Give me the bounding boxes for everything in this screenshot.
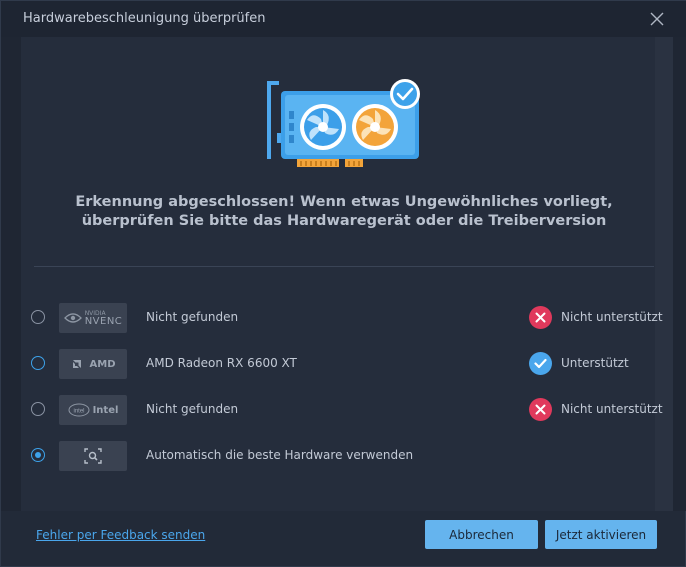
hardware-option-intel[interactable]: intel Intel Nicht gefunden Nicht unterst… bbox=[29, 395, 663, 425]
status-text: Nicht unterstützt bbox=[561, 402, 663, 416]
left-gutter bbox=[1, 37, 21, 511]
hardware-option-amd[interactable]: AMD AMD Radeon RX 6600 XT Unterstützt bbox=[29, 349, 659, 379]
auto-badge bbox=[59, 441, 127, 471]
auto-detect-icon bbox=[84, 448, 102, 464]
titlebar: Hardwarebeschleunigung überprüfen bbox=[1, 1, 686, 37]
graphics-card-illustration bbox=[267, 79, 420, 167]
intel-badge: intel Intel bbox=[59, 395, 127, 425]
detection-message: Erkennung abgeschlossen! Wenn etwas Unge… bbox=[75, 194, 613, 229]
hardware-option-nvidia[interactable]: NVIDIA NVENC Nicht gefunden Nicht unters… bbox=[29, 303, 663, 333]
right-gutter bbox=[673, 37, 686, 511]
dialog-title: Hardwarebeschleunigung überprüfen bbox=[23, 11, 266, 26]
scrollbar[interactable] bbox=[655, 37, 673, 511]
hardware-label: Nicht gefunden bbox=[146, 310, 239, 324]
radio-auto[interactable] bbox=[31, 448, 45, 462]
close-button[interactable] bbox=[645, 7, 669, 31]
intel-badge-text: Intel bbox=[92, 404, 119, 416]
nvidia-badge: NVIDIA NVENC bbox=[59, 303, 127, 333]
radio-nvidia[interactable] bbox=[31, 310, 45, 324]
feedback-link[interactable]: Fehler per Feedback senden bbox=[36, 528, 205, 542]
error-x-icon bbox=[529, 306, 552, 329]
nvidia-icon bbox=[63, 313, 82, 323]
hardware-label: AMD Radeon RX 6600 XT bbox=[146, 356, 297, 370]
activate-button[interactable]: Jetzt aktivieren bbox=[545, 520, 657, 549]
hardware-label: Automatisch die beste Hardware verwenden bbox=[146, 448, 414, 462]
status-text: Nicht unterstützt bbox=[561, 310, 663, 324]
intel-icon: intel bbox=[68, 403, 90, 417]
amd-badge: AMD bbox=[59, 349, 127, 379]
hardware-label: Nicht gefunden bbox=[146, 402, 239, 416]
hardware-option-auto[interactable]: Automatisch die beste Hardware verwenden bbox=[29, 441, 659, 471]
amd-icon bbox=[72, 360, 81, 368]
cancel-button[interactable]: Abbrechen bbox=[425, 520, 538, 549]
amd-badge-text: AMD bbox=[89, 358, 116, 370]
check-icon bbox=[529, 352, 552, 375]
status-text: Unterstützt bbox=[561, 356, 629, 370]
svg-text:intel: intel bbox=[73, 409, 84, 415]
nvidia-badge-big: NVENC bbox=[84, 315, 123, 327]
error-x-icon bbox=[529, 398, 552, 421]
hardware-check-dialog: Hardwarebeschleunigung überprüfen Erkenn… bbox=[0, 0, 686, 567]
radio-amd[interactable] bbox=[31, 356, 45, 370]
close-icon bbox=[650, 12, 664, 26]
radio-intel[interactable] bbox=[31, 402, 45, 416]
divider bbox=[34, 266, 654, 267]
